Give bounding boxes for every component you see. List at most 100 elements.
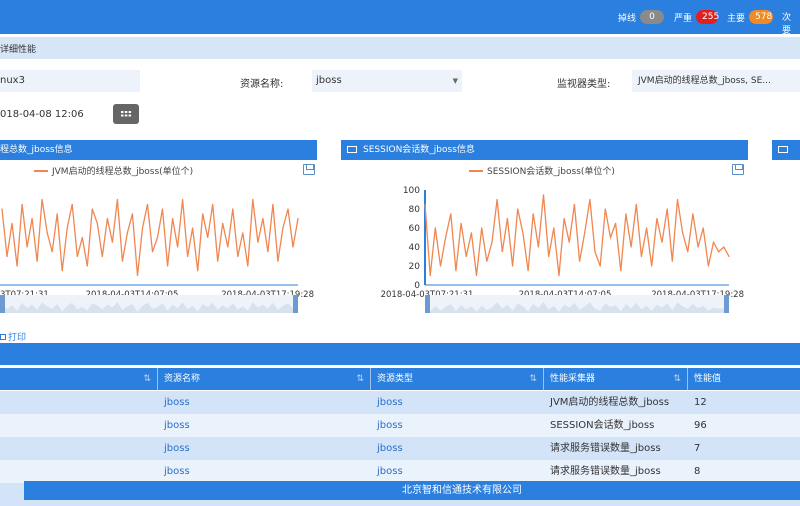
data-point bbox=[222, 222, 224, 224]
value-cell: 7 bbox=[694, 443, 701, 454]
column-header-value[interactable]: 性能值 bbox=[688, 368, 800, 390]
data-point bbox=[589, 198, 591, 201]
calendar-button[interactable] bbox=[113, 104, 139, 124]
data-point bbox=[71, 203, 73, 205]
data-point bbox=[537, 246, 539, 248]
data-point bbox=[630, 246, 632, 248]
stat-minor[interactable]: 次要 bbox=[782, 10, 800, 36]
data-point bbox=[31, 217, 33, 220]
line-chart-sessions: 1008060402002018-04-03T07:21:312018-04-0… bbox=[381, 186, 744, 313]
resource-type-cell[interactable]: jboss bbox=[371, 391, 544, 414]
data-point bbox=[51, 251, 53, 253]
top-bar: 掉线 0 严重 255 主要 578 次要 bbox=[0, 0, 800, 36]
chart-panel-sessions: SESSION会话数_jboss信息 SESSION会话数_jboss(单位个)… bbox=[341, 140, 748, 315]
data-point bbox=[187, 255, 189, 258]
collector-cell: JVM启动的线程总数_jboss bbox=[550, 397, 670, 408]
row-select-cell bbox=[0, 414, 158, 437]
table-row[interactable]: jboss jboss SESSION会话数_jboss 96 bbox=[0, 414, 800, 437]
data-point bbox=[212, 203, 214, 205]
data-point bbox=[272, 203, 274, 205]
header-label: 资源名称 bbox=[164, 374, 201, 384]
sort-icon: ⇅ bbox=[673, 374, 681, 384]
host-field[interactable]: nux3 bbox=[0, 70, 140, 92]
resource-name-cell[interactable]: jboss bbox=[158, 414, 371, 437]
print-icon bbox=[0, 333, 6, 340]
data-point bbox=[262, 217, 264, 220]
line-chart-threads: 3T07:21:312018-04-03T14:07:052018-04-03T… bbox=[0, 198, 314, 313]
data-point bbox=[106, 217, 108, 220]
column-header-resource-type[interactable]: 资源类型 ⇅ bbox=[371, 368, 544, 390]
data-point bbox=[563, 217, 565, 220]
table-header: ⇅ 资源名称 ⇅ 资源类型 ⇅ 性能采集器 ⇅ 性能值 bbox=[0, 368, 800, 390]
column-header-resource-name[interactable]: 资源名称 ⇅ bbox=[158, 368, 371, 390]
data-point bbox=[86, 265, 88, 267]
data-point bbox=[136, 274, 139, 277]
calendar-icon bbox=[121, 111, 132, 117]
stat-major[interactable]: 主要 578 bbox=[727, 10, 774, 24]
collector-cell: 请求服务错误数量_jboss bbox=[550, 466, 661, 477]
data-point bbox=[609, 236, 612, 239]
data-point bbox=[604, 208, 606, 210]
data-point bbox=[522, 232, 524, 234]
column-header-collector[interactable]: 性能采集器 ⇅ bbox=[544, 368, 688, 390]
resource-type-cell[interactable]: jboss bbox=[371, 460, 544, 483]
data-point bbox=[496, 198, 498, 201]
data-point bbox=[101, 255, 103, 258]
data-point bbox=[620, 270, 622, 272]
data-point bbox=[141, 227, 144, 229]
series-line bbox=[1, 199, 299, 276]
chart-icon bbox=[778, 146, 788, 153]
data-zoom-handle-left bbox=[425, 295, 430, 313]
sort-icon: ⇅ bbox=[529, 374, 537, 384]
table-toolbar bbox=[0, 343, 800, 365]
row-select-cell bbox=[0, 391, 158, 414]
value-cell: 8 bbox=[694, 466, 701, 477]
stat-badge: 578 bbox=[749, 10, 774, 24]
resource-select-value: jboss bbox=[316, 75, 342, 86]
table-row[interactable]: jboss jboss 请求服务错误数量_jboss 8 bbox=[0, 460, 800, 483]
data-point bbox=[177, 246, 179, 248]
column-header-select[interactable]: ⇅ bbox=[0, 368, 158, 390]
data-point bbox=[651, 265, 653, 267]
datetime-field[interactable]: 018-04-08 12:06 bbox=[0, 109, 84, 120]
monitor-label: 监视器类型: bbox=[557, 79, 611, 90]
table-row[interactable]: jboss jboss JVM启动的线程总数_jboss 12 bbox=[0, 391, 800, 414]
y-tick-label: 20 bbox=[409, 262, 421, 272]
data-point bbox=[287, 208, 289, 210]
chart-panel-threads: 程总数_jboss信息 JVM启动的线程总数_jboss(单位个) 3T07:2… bbox=[0, 140, 317, 315]
resource-select[interactable]: jboss ▼ bbox=[312, 70, 462, 92]
stat-offline[interactable]: 掉线 0 bbox=[618, 10, 665, 24]
resource-name-cell[interactable]: jboss bbox=[158, 437, 371, 460]
data-point bbox=[56, 213, 58, 215]
data-point bbox=[116, 198, 118, 201]
data-point bbox=[676, 198, 679, 201]
data-point bbox=[207, 236, 209, 239]
table-row[interactable]: jboss jboss 请求服务错误数量_jboss 7 bbox=[0, 437, 800, 460]
data-point bbox=[646, 227, 648, 229]
data-point bbox=[501, 251, 503, 253]
data-point bbox=[197, 270, 199, 272]
value-cell: 96 bbox=[694, 420, 707, 431]
resource-type-cell[interactable]: jboss bbox=[371, 414, 544, 437]
data-point bbox=[267, 251, 269, 253]
breadcrumb: 详细性能 bbox=[0, 37, 800, 59]
resource-type-cell[interactable]: jboss bbox=[371, 437, 544, 460]
monitor-select[interactable]: JVM启动的线程总数_jboss, SE... bbox=[632, 70, 800, 92]
data-point bbox=[151, 251, 154, 253]
data-point bbox=[718, 251, 720, 253]
data-point bbox=[434, 227, 436, 229]
data-point bbox=[217, 260, 219, 262]
data-zoom-handle-left bbox=[0, 295, 5, 313]
stat-label: 严重 bbox=[674, 13, 693, 24]
data-point bbox=[635, 203, 637, 205]
stat-critical[interactable]: 严重 255 bbox=[674, 10, 719, 24]
resource-name-cell[interactable]: jboss bbox=[158, 460, 371, 483]
print-button[interactable]: 打印 bbox=[0, 330, 26, 343]
data-point bbox=[41, 198, 43, 201]
data-point bbox=[96, 222, 98, 224]
data-point bbox=[439, 265, 442, 267]
panel-title: SESSION会话数_jboss信息 bbox=[363, 145, 475, 155]
resource-name-cell[interactable]: jboss bbox=[158, 391, 371, 414]
data-point bbox=[126, 232, 128, 234]
data-point bbox=[573, 203, 575, 205]
